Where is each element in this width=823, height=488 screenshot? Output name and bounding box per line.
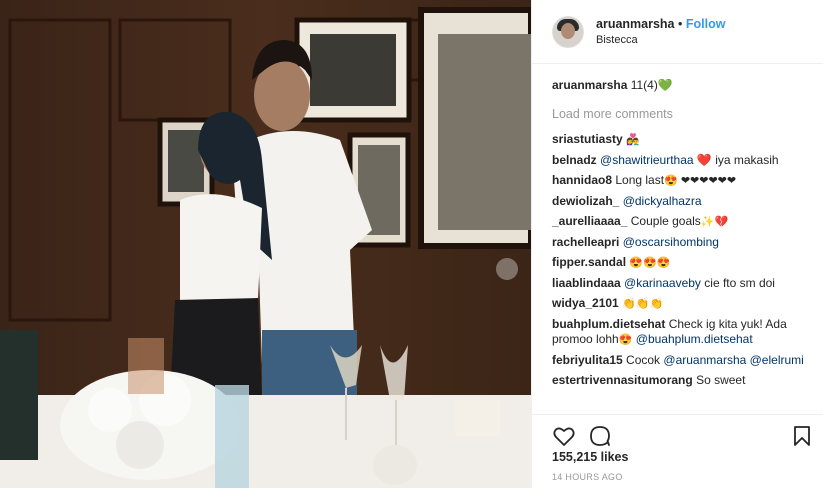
comment-username[interactable]: _aurelliaaaa_: [552, 214, 627, 228]
comment-mention[interactable]: @buahplum.dietsehat: [636, 332, 753, 346]
post-header: aruanmarsha • Follow Bistecca: [532, 0, 823, 64]
sparkle-broken-heart-icon: ✨💔: [700, 216, 729, 228]
post-photo[interactable]: [0, 0, 531, 488]
clapping-hands-icon: 👏👏👏: [622, 298, 664, 310]
comment-username[interactable]: hannidao8: [552, 173, 612, 187]
comment-username[interactable]: febriyulita15: [552, 353, 623, 367]
comment-text: iya makasih: [711, 153, 779, 167]
comment-text: Couple goals: [630, 214, 701, 228]
heart-eyes-icon: 😍: [618, 334, 633, 346]
comment-username[interactable]: estertrivennasitumorang: [552, 373, 693, 387]
list-item: hannidao8 Long last😍 ❤❤❤❤❤❤: [552, 173, 804, 189]
couple-emoji-icon: 👩‍❤️‍👨: [626, 134, 640, 146]
caption: aruanmarsha 11(4)💚: [552, 78, 804, 93]
comment-username[interactable]: dewiolizah_: [552, 194, 619, 208]
list-item: buahplum.dietsehat Check ig kita yuk! Ad…: [552, 317, 804, 348]
photo-illustration: [0, 0, 531, 488]
instagram-post-view: aruanmarsha • Follow Bistecca aruanmarsh…: [0, 0, 823, 488]
list-item: belnadz @shawitrieurthaa ❤️ iya makasih: [552, 153, 804, 168]
comment-username[interactable]: liaablindaaa: [552, 276, 621, 290]
list-item: fipper.sandal 😍😍😍: [552, 255, 804, 271]
caption-text: 11(4): [630, 78, 658, 92]
comment-username[interactable]: belnadz: [552, 153, 597, 167]
follow-button[interactable]: Follow: [686, 17, 726, 31]
list-item: sriastutiasty 👩‍❤️‍👨: [552, 132, 804, 148]
comment-text: So sweet: [696, 373, 746, 387]
list-item: widya_2101 👏👏👏: [552, 296, 804, 312]
comment-username[interactable]: rachelleapri: [552, 235, 619, 249]
list-item: estertrivennasitumorang So sweet: [552, 373, 804, 388]
comment-mention[interactable]: @shawitrieurthaa: [600, 153, 694, 167]
list-item: _aurelliaaaa_ Couple goals✨💔: [552, 214, 804, 230]
comment-mention[interactable]: @dickyalhazra: [623, 194, 702, 208]
comment-username[interactable]: widya_2101: [552, 296, 619, 310]
comment-text: Cocok: [626, 353, 661, 367]
comment-text: Long last: [615, 173, 665, 187]
heart-outline-icon[interactable]: [552, 424, 576, 448]
list-item: febriyulita15 Cocok @aruanmarsha @elelru…: [552, 353, 804, 368]
comment-mention[interactable]: @aruanmarsha @elelrumi: [663, 353, 803, 367]
heart-eyes-and-hearts-icon: 😍 ❤❤❤❤❤❤: [664, 175, 737, 187]
location-link[interactable]: Bistecca: [596, 32, 725, 48]
comment-bubble-icon[interactable]: [588, 424, 612, 448]
post-sidebar: aruanmarsha • Follow Bistecca aruanmarsh…: [531, 0, 823, 488]
bookmark-icon[interactable]: [790, 424, 814, 448]
red-heart-icon: ❤️: [696, 153, 712, 167]
avatar[interactable]: [552, 15, 584, 48]
list-item: dewiolizah_ @dickyalhazra: [552, 194, 804, 209]
comment-username[interactable]: sriastutiasty: [552, 132, 623, 146]
comment-mention[interactable]: @oscarsihombing: [623, 235, 719, 249]
separator-dot: •: [678, 16, 683, 31]
comment-username[interactable]: fipper.sandal: [552, 255, 626, 269]
list-item: rachelleapri @oscarsihombing: [552, 235, 804, 250]
comment-mention[interactable]: @karinaaveby: [624, 276, 701, 290]
carousel-next-icon[interactable]: [496, 258, 518, 280]
comment-text: cie fto sm doi: [700, 276, 775, 290]
comments-list: aruanmarsha 11(4)💚 Load more comments sr…: [532, 64, 823, 388]
post-timestamp[interactable]: 14 HOURS AGO: [552, 472, 623, 482]
author-username[interactable]: aruanmarsha: [596, 17, 675, 31]
load-more-comments-button[interactable]: Load more comments: [552, 107, 804, 122]
comment-username[interactable]: buahplum.dietsehat: [552, 317, 665, 331]
post-actions: [532, 414, 823, 475]
likes-count[interactable]: 155,215 likes: [552, 450, 628, 464]
green-heart-icon: 💚: [657, 78, 673, 92]
heart-eyes-icon: 😍😍😍: [629, 257, 671, 269]
list-item: liaablindaaa @karinaaveby cie fto sm doi: [552, 276, 804, 291]
caption-username[interactable]: aruanmarsha: [552, 78, 627, 92]
